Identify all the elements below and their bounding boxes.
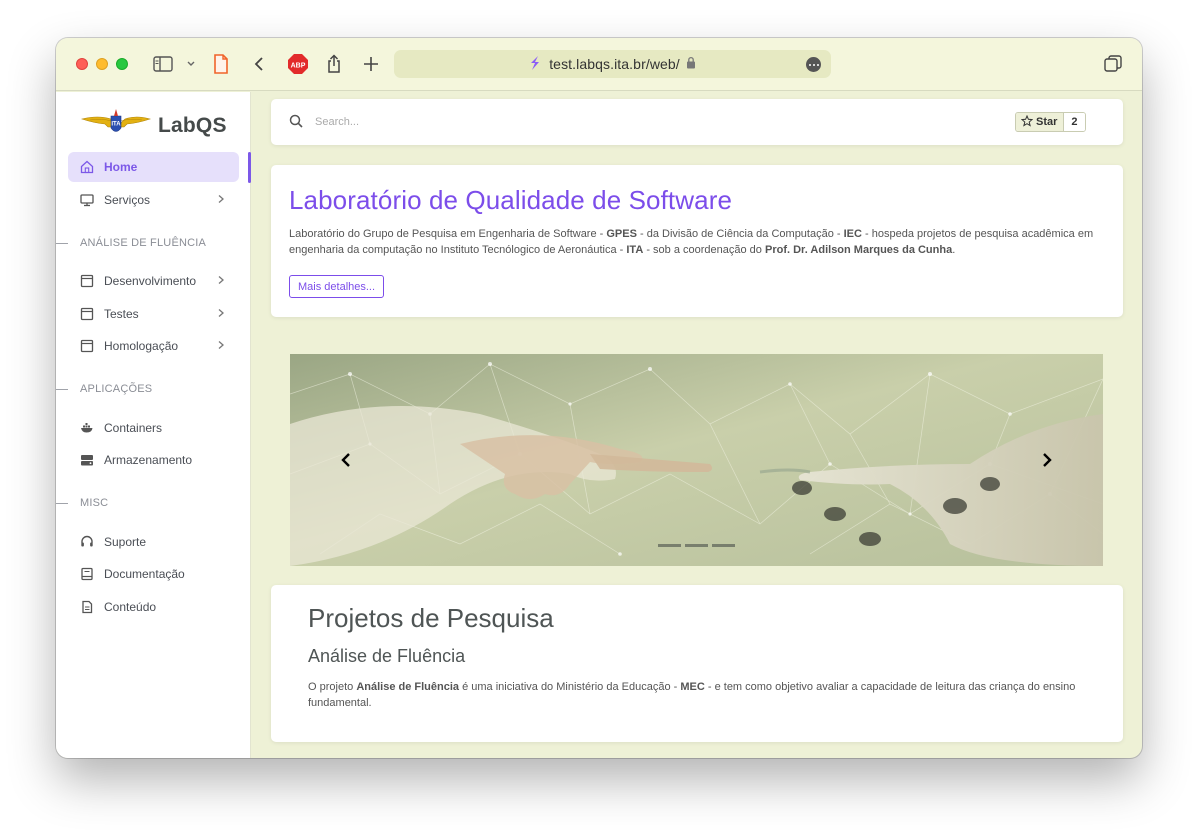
chevron-right-icon — [217, 339, 225, 353]
home-icon — [80, 160, 94, 174]
svg-text:ABP: ABP — [291, 63, 306, 70]
sidebar-item-label: Desenvolvimento — [104, 274, 197, 288]
sidebar-item-conteudo[interactable]: Conteúdo — [68, 592, 239, 622]
sidebar-item-label: Serviços — [104, 193, 151, 207]
sidebar-item-label: Documentação — [104, 567, 185, 581]
carousel-prev-icon[interactable] — [336, 450, 356, 470]
star-label: Star — [1036, 116, 1058, 128]
sidebar-item-label: Suporte — [104, 535, 147, 549]
sidebar-item-label: Testes — [104, 307, 139, 321]
section-misc: MISC — [56, 496, 108, 510]
svg-text:ITA: ITA — [111, 122, 121, 128]
close-window-button[interactable] — [76, 58, 88, 70]
sidebar-item-desenvolvimento[interactable]: Desenvolvimento — [68, 266, 239, 296]
more-options-icon[interactable] — [806, 57, 821, 72]
tab-overview-icon[interactable] — [1102, 52, 1124, 76]
book-icon — [80, 567, 94, 581]
sidebar-item-homologacao[interactable]: Homologação — [68, 331, 239, 361]
search-icon[interactable] — [289, 114, 303, 133]
site-favicon-icon — [529, 55, 541, 74]
brand-name: LabQS — [158, 113, 227, 137]
sidebar-item-label: Containers — [104, 421, 163, 435]
document-icon — [80, 600, 94, 614]
chevron-right-icon — [217, 274, 225, 288]
sidebar-item-label: Armazenamento — [104, 453, 193, 467]
sidebar-item-armazenamento[interactable]: Armazenamento — [68, 445, 239, 475]
project-description: O projeto Análise de Fluência é uma inic… — [308, 681, 1076, 709]
sidebar-item-documentacao[interactable]: Documentação — [68, 559, 239, 589]
search-input[interactable] — [315, 112, 615, 132]
sidebar-item-suporte[interactable]: Suporte — [68, 527, 239, 557]
sidebar-item-containers[interactable]: Containers — [68, 413, 239, 443]
sidebar-item-label: Conteúdo — [104, 600, 157, 614]
brand[interactable]: ITA LabQS — [80, 108, 227, 143]
github-star-button[interactable]: Star 2 — [1015, 112, 1086, 132]
carousel-indicator[interactable] — [658, 544, 681, 547]
chevron-down-icon[interactable] — [184, 52, 198, 76]
main-content: Star 2 Laboratório de Qualidade de Softw… — [252, 92, 1142, 758]
active-indicator — [248, 152, 251, 183]
headset-icon — [80, 535, 94, 549]
address-bar[interactable]: test.labqs.ita.br/web/ — [394, 50, 831, 78]
sidebar-item-home[interactable]: Home — [68, 152, 239, 182]
more-details-button[interactable]: Mais detalhes... — [289, 275, 385, 298]
lock-icon — [686, 56, 696, 72]
browser-window: ABP test.labqs.ita.br/web/ ITA LabQS Hom… — [56, 38, 1142, 758]
sidebar-item-label: Home — [104, 160, 138, 174]
carousel-indicator[interactable] — [712, 544, 735, 547]
star-count: 2 — [1064, 113, 1085, 131]
sidebar-item-testes[interactable]: Testes — [68, 299, 239, 329]
url-text: test.labqs.ita.br/web/ — [549, 56, 680, 72]
section-aplicacoes: APLICAÇÕES — [56, 382, 152, 396]
monitor-icon — [80, 193, 94, 207]
section-analise-fluencia: ANÁLISE DE FLUÊNCIA — [56, 236, 206, 250]
back-arrow-icon[interactable] — [250, 52, 268, 76]
project-subtitle: Análise de Fluência — [308, 646, 466, 666]
chevron-right-icon — [217, 307, 225, 321]
carousel-next-icon[interactable] — [1037, 450, 1057, 470]
carousel-slide-image — [290, 354, 1103, 566]
hero-description: Laboratório do Grupo de Pesquisa em Enge… — [289, 228, 1094, 256]
window-icon — [80, 339, 94, 353]
share-icon[interactable] — [324, 52, 344, 76]
projects-title: Projetos de Pesquisa — [308, 603, 554, 633]
sidebar-toggle-icon[interactable] — [152, 52, 174, 76]
storage-icon — [80, 453, 94, 467]
browser-toolbar: ABP test.labqs.ita.br/web/ — [56, 38, 1142, 91]
window-icon — [80, 307, 94, 321]
adblock-icon[interactable]: ABP — [286, 52, 310, 76]
chevron-right-icon — [217, 193, 225, 207]
image-carousel[interactable] — [290, 354, 1103, 566]
hero-card: Laboratório de Qualidade de Software Lab… — [271, 165, 1123, 317]
carousel-indicator[interactable] — [685, 544, 708, 547]
sidebar-item-servicos[interactable]: Serviços — [68, 185, 239, 215]
hero-title: Laboratório de Qualidade de Software — [289, 185, 733, 215]
ita-logo-icon: ITA — [80, 108, 152, 143]
new-tab-plus-icon[interactable] — [362, 52, 380, 76]
sidebar-item-label: Homologação — [104, 339, 179, 353]
minimize-window-button[interactable] — [96, 58, 108, 70]
page-document-icon[interactable] — [211, 52, 231, 76]
star-icon — [1020, 114, 1034, 130]
sidebar: ITA LabQS Home Serviços ANÁLISE DE FLUÊN… — [56, 92, 251, 758]
zoom-window-button[interactable] — [116, 58, 128, 70]
projects-card: Projetos de Pesquisa Análise de Fluência… — [271, 585, 1123, 742]
top-search-bar: Star 2 — [271, 99, 1123, 145]
window-icon — [80, 274, 94, 288]
docker-icon — [80, 421, 94, 435]
